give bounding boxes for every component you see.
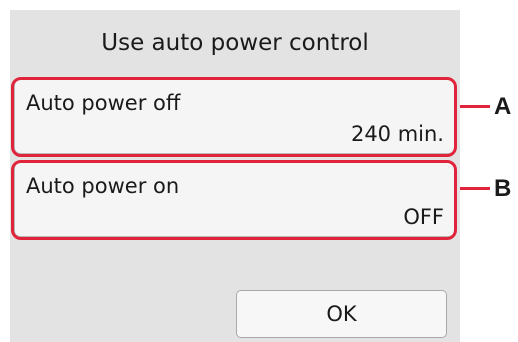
callout-label-a: A <box>494 93 512 120</box>
printer-lcd-screen: Use auto power control Auto power off 24… <box>10 10 460 342</box>
ok-button[interactable]: OK <box>236 290 447 338</box>
callout-line-b <box>460 187 490 190</box>
auto-power-on-setting[interactable]: Auto power on OFF <box>14 162 455 237</box>
auto-power-off-setting[interactable]: Auto power off 240 min. <box>14 79 455 154</box>
auto-power-off-label: Auto power off <box>26 91 181 115</box>
auto-power-on-label: Auto power on <box>26 174 180 198</box>
callout-line-a <box>460 105 490 108</box>
callout-label-b: B <box>494 175 512 202</box>
screen-title: Use auto power control <box>101 30 369 56</box>
auto-power-on-value: OFF <box>403 205 444 229</box>
auto-power-off-value: 240 min. <box>350 122 444 146</box>
